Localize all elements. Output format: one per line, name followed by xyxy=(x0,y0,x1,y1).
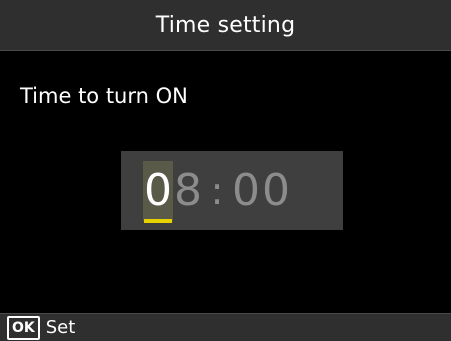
footer-bar: OK Set xyxy=(0,313,451,341)
page-title: Time setting xyxy=(155,12,296,38)
title-bar: Time setting xyxy=(0,0,451,51)
time-digits: 0 8 : 0 0 xyxy=(143,160,291,223)
time-separator: : xyxy=(210,169,224,213)
hour-ones-digit[interactable]: 8 xyxy=(173,169,203,213)
ok-button-icon[interactable]: OK xyxy=(7,315,40,340)
minute-tens-digit[interactable]: 0 xyxy=(231,169,261,213)
minute-ones-digit[interactable]: 0 xyxy=(261,169,291,213)
time-input-box[interactable]: 0 8 : 0 0 xyxy=(121,151,343,230)
printer-lcd-screen: Time setting Time to turn ON 0 8 : 0 0 O… xyxy=(0,0,451,341)
hour-tens-digit[interactable]: 0 xyxy=(143,161,173,223)
edit-cursor-underline xyxy=(144,219,172,223)
set-action-label: Set xyxy=(45,317,76,338)
time-to-turn-on-label: Time to turn ON xyxy=(20,84,188,108)
hour-tens-value: 0 xyxy=(144,165,172,216)
